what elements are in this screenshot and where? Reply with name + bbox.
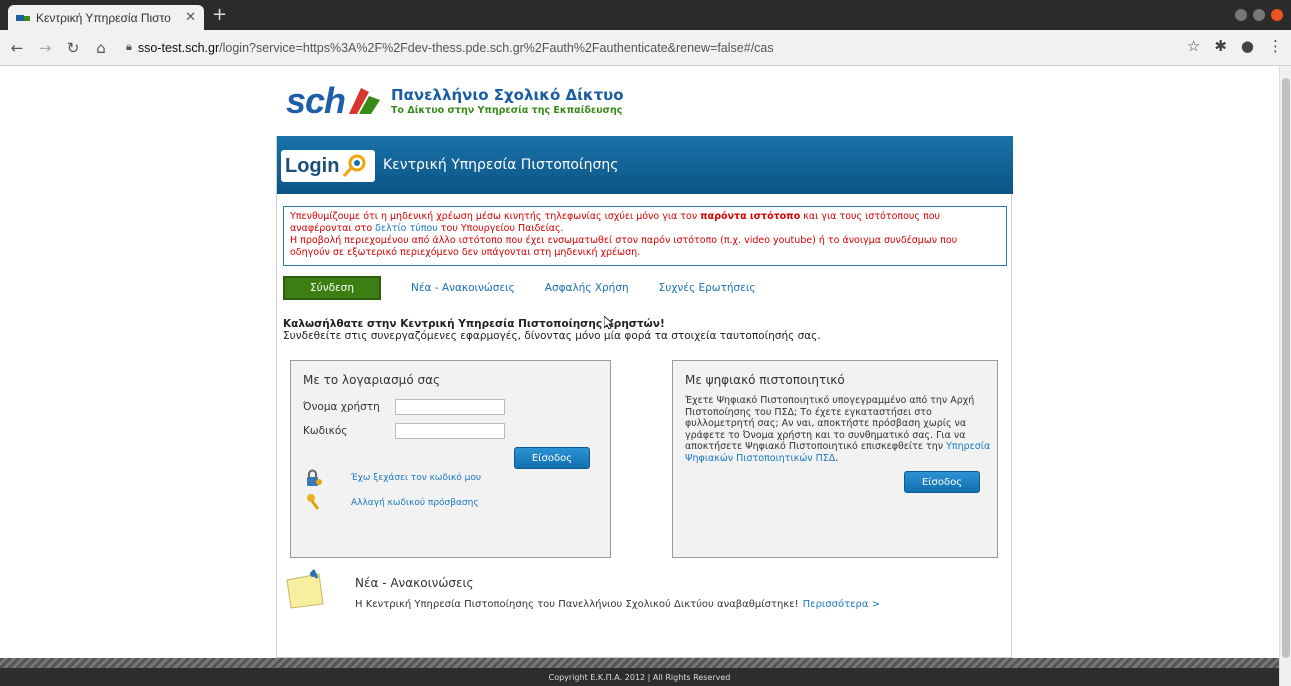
copyright-text: Copyright Ε.Κ.Π.Α. 2012 | All Rights Res… [548,672,731,682]
welcome-text: Συνδεθείτε στις συνεργαζόμενες εφαρμογές… [283,330,821,342]
cert-text: Έχετε Ψηφιακό Πιστοποιητικό υπογεγραμμέν… [685,395,975,452]
forgot-password-link[interactable]: Έχω ξεχάσει τον κωδικό μου [351,473,481,483]
browser-toolbar: ☆ ✱ ● ⋮ [1187,37,1283,55]
menu-kebab-icon[interactable]: ⋮ [1268,37,1283,55]
certificate-login-button[interactable]: Είσοδος [904,471,980,493]
cert-description: Έχετε Ψηφιακό Πιστοποιητικό υπογεγραμμέν… [685,395,991,464]
mouse-cursor-icon [604,316,614,330]
extensions-puzzle-icon[interactable]: ✱ [1214,37,1227,55]
notice-text-1: Υπενθυμίζουμε ότι η μηδενική χρέωση μέσω… [290,211,701,222]
new-tab-icon[interactable]: + [212,5,227,25]
press-release-link[interactable]: δελτίο τύπου [375,223,438,234]
change-password-link[interactable]: Αλλαγή κωδικού πρόσβασης [351,498,479,508]
forward-arrow-icon[interactable]: → [34,37,56,59]
username-input[interactable] [395,399,505,415]
page-scrollbar[interactable] [1279,66,1291,686]
lock-icon: 🔒︎ [126,41,132,53]
maximize-button[interactable] [1253,9,1265,21]
tab-title: Κεντρική Υπηρεσία Πιστο [36,10,171,25]
notice-text-3: του Υπουργείου Παιδείας. [437,223,564,234]
main-content: Login Κεντρική Υπηρεσία Πιστοποίησης Υπε… [276,136,1013,658]
news-title: Νέα - Ανακοινώσεις [355,576,474,590]
sch-favicon-icon [16,14,30,21]
browser-tab[interactable]: Κεντρική Υπηρεσία Πιστο ✕ [8,5,204,30]
url-host: sso-test.sch.gr [137,40,220,55]
gr-badge-icon [349,88,381,114]
password-label: Κωδικός [303,425,348,437]
url-field[interactable]: 🔒︎ sso-test.sch.gr/login?service=https%3… [126,41,774,55]
password-input[interactable] [395,423,505,439]
sch-logo-text: sch [286,80,346,121]
sticky-note-icon [286,569,324,609]
news-text: Η Κεντρική Υπηρεσία Πιστοποίησης του Παν… [355,599,799,610]
back-arrow-icon[interactable]: ← [6,37,28,59]
site-logo[interactable]: sch Πανελλήνιο Σχολικό Δίκτυο Το Δίκτυο … [286,80,624,122]
banner-title: Κεντρική Υπηρεσία Πιστοποίησης [383,157,619,173]
bookmark-star-icon[interactable]: ☆ [1187,37,1200,55]
account-panel-title: Με το λογαριασμό σας [303,373,441,387]
scrollbar-thumb[interactable] [1282,78,1290,658]
main-nav: Σύνδεση Νέα - Ανακοινώσεις Ασφαλής Χρήση… [283,276,756,300]
site-title: Πανελλήνιο Σχολικό Δίκτυο [391,86,624,104]
tab-safe-use[interactable]: Ασφαλής Χρήση [545,282,629,294]
profile-avatar-icon[interactable]: ● [1241,37,1254,55]
login-logo-text: Login [285,154,340,177]
news-more-link[interactable]: Περισσότερα > [803,599,880,610]
account-login-panel: Με το λογαριασμό σας Όνομα χρήστη Κωδικό… [290,360,611,558]
notice-text-line2: Η προβολή περιεχομένου από άλλο ιστότοπο… [290,235,958,258]
login-banner: Login Κεντρική Υπηρεσία Πιστοποίησης [277,136,1013,194]
browser-tabbar: Κεντρική Υπηρεσία Πιστο ✕ + [0,0,1291,30]
key-icon [307,494,320,510]
key-logo-icon [343,154,366,177]
notice-bold: παρόντα ιστότοπο [700,211,801,222]
url-path: /login?service=https%3A%2F%2Fdev-thess.p… [219,40,774,55]
certificate-login-panel: Με ψηφιακό πιστοποιητικό Έχετε Ψηφιακό Π… [672,360,998,558]
footer: Copyright Ε.Κ.Π.Α. 2012 | All Rights Res… [0,668,1279,686]
zero-rating-notice: Υπενθυμίζουμε ότι η μηδενική χρέωση μέσω… [283,206,1007,266]
login-logo: Login [281,150,375,182]
account-login-button[interactable]: Είσοδος [514,447,590,469]
padlock-icon [307,469,322,486]
reload-icon[interactable]: ↻ [62,37,84,59]
cert-text-end: . [835,452,839,464]
tab-faq[interactable]: Συχνές Ερωτήσεις [659,282,756,294]
site-subtitle: Το Δίκτυο στην Υπηρεσία της Εκπαίδευσης [391,105,623,116]
minimize-button[interactable] [1235,9,1247,21]
tab-login[interactable]: Σύνδεση [283,276,381,300]
address-bar: ← → ↻ ⌂ 🔒︎ sso-test.sch.gr/login?service… [0,30,1291,66]
footer-stripe [0,658,1279,668]
close-window-button[interactable] [1271,9,1283,21]
tab-close-icon[interactable]: ✕ [185,10,196,25]
welcome-section: Καλωσήλθατε στην Κεντρική Υπηρεσία Πιστο… [283,318,821,342]
home-icon[interactable]: ⌂ [90,37,112,59]
welcome-title: Καλωσήλθατε στην Κεντρική Υπηρεσία Πιστο… [283,318,665,330]
tab-news[interactable]: Νέα - Ανακοινώσεις [411,282,515,294]
news-item: Η Κεντρική Υπηρεσία Πιστοποίησης του Παν… [355,599,880,610]
cert-panel-title: Με ψηφιακό πιστοποιητικό [685,373,845,387]
username-label: Όνομα χρήστη [303,401,380,413]
window-controls [1235,9,1283,21]
